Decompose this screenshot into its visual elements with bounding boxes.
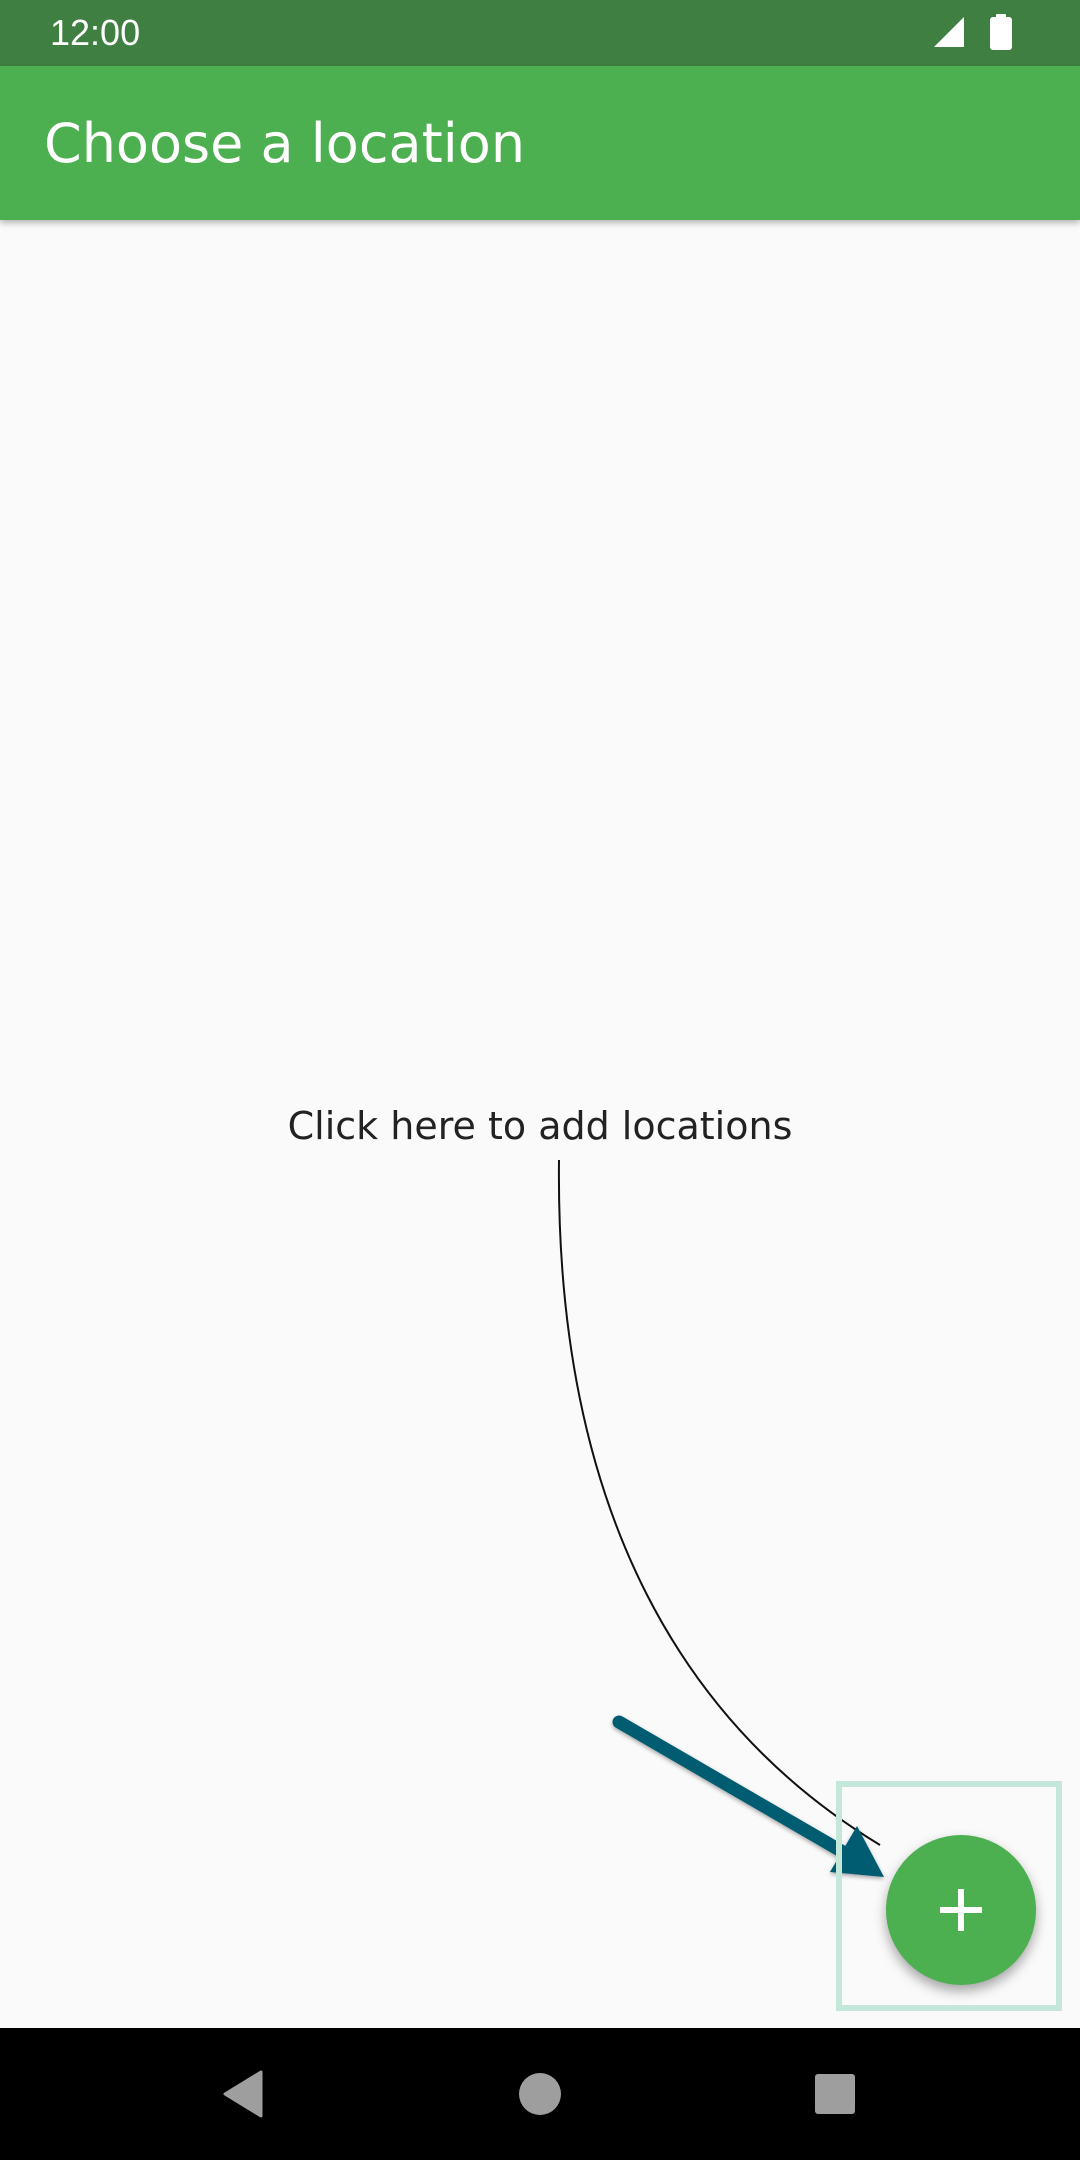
home-icon — [519, 2073, 561, 2115]
status-icons — [932, 14, 1012, 50]
recents-button[interactable] — [795, 2054, 875, 2134]
back-icon — [223, 2070, 263, 2118]
navigation-bar — [0, 2028, 1080, 2160]
recents-icon — [815, 2074, 855, 2114]
app-bar: Choose a location — [0, 66, 1080, 220]
empty-state-hint: Click here to add locations — [287, 1104, 793, 1148]
add-location-button[interactable] — [886, 1835, 1036, 1985]
status-bar: 12:00 — [0, 0, 1080, 66]
battery-icon — [990, 14, 1012, 50]
signal-icon — [934, 17, 964, 47]
plus-icon — [940, 1889, 982, 1931]
home-button[interactable] — [500, 2054, 580, 2134]
page-title: Choose a location — [44, 112, 526, 175]
status-time: 12:00 — [50, 12, 141, 53]
back-button[interactable] — [203, 2054, 283, 2134]
